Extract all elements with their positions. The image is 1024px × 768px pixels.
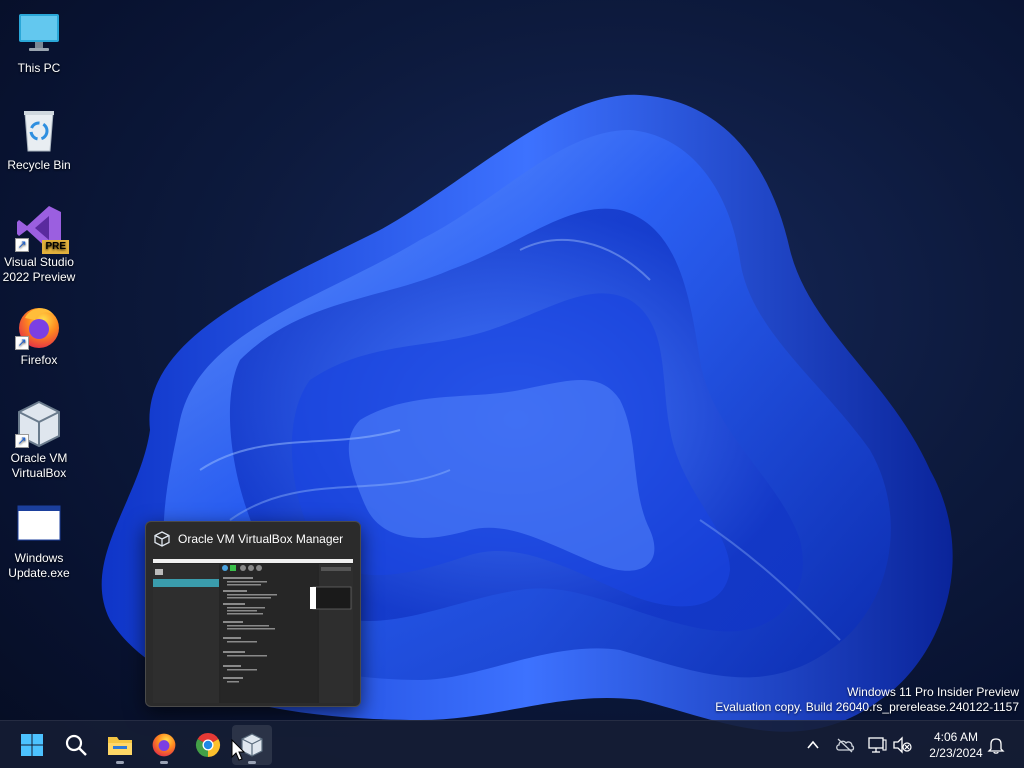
clock-time: 4:06 AM	[933, 730, 979, 744]
desktop-icon-label: Visual Studio 2022 Preview	[2, 255, 76, 284]
running-indicator	[160, 761, 168, 764]
recycle-bin-icon	[15, 107, 63, 155]
chevron-up-icon	[807, 740, 819, 749]
taskbar-thumbnail-preview[interactable]: Oracle VM VirtualBox Manager	[145, 521, 361, 707]
network-button[interactable]	[866, 734, 888, 756]
taskbar-file-explorer[interactable]	[100, 725, 140, 765]
evaluation-watermark: Windows 11 Pro Insider Preview Evaluatio…	[715, 685, 1019, 715]
onedrive-icon	[836, 738, 855, 753]
desktop-icon-label: Oracle VM VirtualBox	[10, 451, 68, 480]
taskbar: 4:06 AM 2/23/2024	[0, 720, 1024, 768]
desktop-icon-recycle-bin[interactable]: Recycle Bin	[4, 107, 74, 173]
desktop-icon-windows-update[interactable]: Windows Update.exe	[4, 500, 74, 581]
clock-date: 2/23/2024	[929, 746, 983, 760]
chrome-icon	[195, 733, 221, 757]
desktop-icon-label: Windows Update.exe	[8, 551, 70, 580]
search-button[interactable]	[56, 725, 96, 765]
taskbar-chrome[interactable]	[188, 725, 228, 765]
watermark-line1: Windows 11 Pro Insider Preview	[847, 685, 1019, 699]
search-icon	[65, 734, 87, 756]
start-button[interactable]	[12, 725, 52, 765]
preview-title-bar: Oracle VM VirtualBox Manager	[154, 531, 343, 547]
clock-button[interactable]: 4:06 AM 2/23/2024	[920, 729, 992, 761]
show-hidden-icons-button[interactable]	[802, 734, 824, 756]
window-exe-icon	[15, 500, 63, 548]
running-indicator	[248, 761, 256, 764]
file-explorer-icon	[108, 737, 132, 755]
desktop-icon-virtualbox[interactable]: ↗ Oracle VM VirtualBox	[4, 400, 74, 481]
taskbar-firefox[interactable]	[144, 725, 184, 765]
shortcut-arrow-icon: ↗	[15, 238, 29, 252]
firefox-icon: ↗	[15, 302, 63, 350]
running-indicator	[116, 761, 124, 764]
firefox-icon	[152, 733, 176, 757]
watermark-line2: Evaluation copy. Build 26040.rs_prerelea…	[715, 700, 1019, 714]
desktop-icon-label: This PC	[17, 61, 61, 75]
virtualbox-window-thumbnail	[153, 559, 353, 703]
desktop-icon-visual-studio[interactable]: PRE ↗ Visual Studio 2022 Preview	[2, 204, 76, 285]
desktop-icon-label: Firefox	[20, 353, 58, 367]
desktop-icon-firefox[interactable]: ↗ Firefox	[4, 302, 74, 368]
virtualbox-icon	[154, 531, 170, 547]
notifications-button[interactable]	[985, 734, 1007, 756]
network-icon	[868, 737, 887, 753]
onedrive-button[interactable]	[834, 734, 856, 756]
notification-bell-icon	[987, 738, 1005, 754]
pre-badge: PRE	[42, 240, 69, 254]
volume-muted-icon	[893, 736, 912, 754]
shortcut-arrow-icon: ↗	[15, 336, 29, 350]
desktop-icon-label: Recycle Bin	[7, 158, 71, 172]
desktop-icon-this-pc[interactable]: This PC	[4, 10, 74, 76]
preview-title: Oracle VM VirtualBox Manager	[178, 532, 344, 546]
monitor-icon	[15, 10, 63, 58]
visual-studio-icon: PRE ↗	[15, 204, 69, 254]
mouse-cursor-icon	[231, 739, 245, 761]
start-icon	[21, 734, 43, 756]
virtualbox-icon: ↗	[15, 400, 63, 448]
shortcut-arrow-icon: ↗	[15, 434, 29, 448]
volume-button[interactable]	[891, 734, 913, 756]
